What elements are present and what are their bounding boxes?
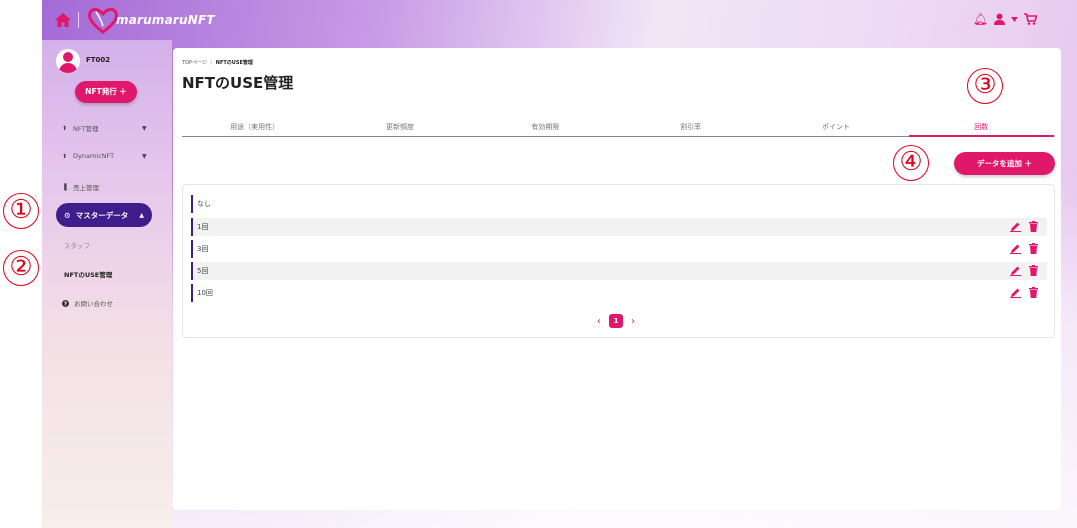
tab-update-frequency[interactable]: 更新頻度 <box>327 121 472 136</box>
pagination-prev[interactable]: ‹ <box>597 316 601 327</box>
list-item-label: 10回 <box>197 289 213 297</box>
cart-icon[interactable] <box>1024 13 1037 25</box>
trash-icon[interactable] <box>1028 221 1039 232</box>
chevron-down-icon: ▼ <box>142 152 147 160</box>
chart-icon: ▐ <box>62 183 67 191</box>
trash-icon[interactable] <box>1028 287 1039 298</box>
list-item-label: 3回 <box>197 245 209 253</box>
use-list: なし 1回 3回 5回 10回 ‹ 1 › <box>182 184 1055 338</box>
svg-text:?: ? <box>64 301 67 306</box>
master-data-label: マスターデータ <box>75 210 129 220</box>
tab-usage[interactable]: 用途（実用性） <box>182 121 327 136</box>
row-accent-bar <box>191 284 193 302</box>
row-actions <box>1010 265 1039 276</box>
avatar-body <box>59 63 77 73</box>
edit-icon[interactable] <box>1010 221 1021 232</box>
rocket-icon: ⬆ <box>62 152 68 160</box>
topbar-divider <box>78 12 79 28</box>
pagination: ‹ 1 › <box>597 314 635 328</box>
annotation-2: ② <box>3 250 39 286</box>
nft-issue-button[interactable]: NFT発行 ＋ <box>75 81 137 103</box>
edit-icon[interactable] <box>1010 265 1021 276</box>
add-data-button[interactable]: データを追加 ＋ <box>954 152 1055 175</box>
caret-down-icon[interactable] <box>1011 16 1018 22</box>
annotation-1: ① <box>3 193 39 229</box>
list-item: 3回 <box>191 240 1047 258</box>
tab-count[interactable]: 回数 <box>908 121 1054 137</box>
tab-expiration[interactable]: 有効期限 <box>473 121 618 136</box>
list-item: 5回 <box>191 262 1047 280</box>
tab-points[interactable]: ポイント <box>763 121 908 136</box>
row-actions <box>1010 243 1039 254</box>
list-item: 10回 <box>191 284 1047 302</box>
row-actions <box>1010 287 1039 298</box>
sidebar-item-nft-use[interactable]: NFTのUSE管理 <box>64 269 112 279</box>
annotation-4: ④ <box>893 145 929 181</box>
avatar[interactable] <box>56 49 80 73</box>
breadcrumb-separator: / <box>210 60 213 66</box>
breadcrumb-home[interactable]: TOPページ <box>182 60 207 66</box>
breadcrumb-current: NFTのUSE管理 <box>215 60 253 66</box>
sidebar-item-dynamicnft[interactable]: ⬆ DynamicNFT ▼ <box>62 152 147 160</box>
edit-icon[interactable] <box>1010 287 1021 298</box>
row-accent-bar <box>191 218 193 236</box>
user-icon[interactable] <box>994 13 1005 25</box>
breadcrumb: TOPページ / NFTのUSE管理 <box>182 59 253 66</box>
tab-bar: 用途（実用性） 更新頻度 有効期限 割引率 ポイント 回数 <box>182 121 1054 137</box>
username: FT002 <box>86 56 111 64</box>
sidebar-item-label: NFT管理 <box>73 125 99 133</box>
app-background: marumaruNFT 🔔︎ FT002 NFT発行 ＋ ⬆ NFT管理 ▼ ⬆… <box>42 0 1077 528</box>
tab-discount-rate[interactable]: 割引率 <box>618 121 763 136</box>
sidebar-item-label: 売上管理 <box>73 184 99 192</box>
top-right-icons: 🔔︎ <box>973 12 1037 26</box>
row-accent-bar <box>191 262 193 280</box>
sidebar-item-sales[interactable]: ▐ 売上管理 <box>62 182 99 193</box>
main-content: TOPページ / NFTのUSE管理 NFTのUSE管理 用途（実用性） 更新頻… <box>173 48 1061 510</box>
list-item-label: 5回 <box>197 267 209 275</box>
avatar-head <box>63 52 73 62</box>
sidebar-item-label: お問い合わせ <box>74 300 113 308</box>
sidebar-item-label: DynamicNFT <box>73 152 115 160</box>
rocket-icon: ⬆ <box>62 124 68 132</box>
sidebar-item-contact[interactable]: ? お問い合わせ <box>62 298 113 308</box>
edit-icon[interactable] <box>1010 243 1021 254</box>
list-item: なし <box>191 195 1047 213</box>
question-icon: ? <box>62 299 69 307</box>
annotation-3: ③ <box>967 68 1003 104</box>
top-bar: marumaruNFT 🔔︎ <box>42 0 1077 40</box>
row-accent-bar <box>191 195 193 213</box>
pagination-page[interactable]: 1 <box>609 314 623 328</box>
chevron-down-icon: ▼ <box>142 124 147 132</box>
gear-icon: ⚙ <box>64 210 71 220</box>
sidebar: FT002 NFT発行 ＋ ⬆ NFT管理 ▼ ⬆ DynamicNFT ▼ ▐… <box>42 40 172 528</box>
chevron-up-icon: ▲ <box>139 211 144 219</box>
pagination-next[interactable]: › <box>631 316 635 327</box>
trash-icon[interactable] <box>1028 265 1039 276</box>
logo-text[interactable]: marumaruNFT <box>116 13 215 27</box>
logo-heart-icon[interactable] <box>86 6 120 34</box>
page-title: NFTのUSE管理 <box>182 74 294 92</box>
list-item: 1回 <box>191 218 1047 236</box>
bell-icon[interactable]: 🔔︎ <box>973 12 988 26</box>
list-item-label: 1回 <box>197 223 209 231</box>
list-item-label: なし <box>197 200 211 208</box>
sidebar-item-staff[interactable]: スタッフ <box>64 240 90 250</box>
home-icon[interactable] <box>55 13 71 27</box>
sidebar-item-nft-management[interactable]: ⬆ NFT管理 ▼ <box>62 123 147 134</box>
row-actions <box>1010 221 1039 232</box>
row-accent-bar <box>191 240 193 258</box>
sidebar-item-master-data[interactable]: ⚙ マスターデータ ▲ <box>56 203 152 227</box>
trash-icon[interactable] <box>1028 243 1039 254</box>
